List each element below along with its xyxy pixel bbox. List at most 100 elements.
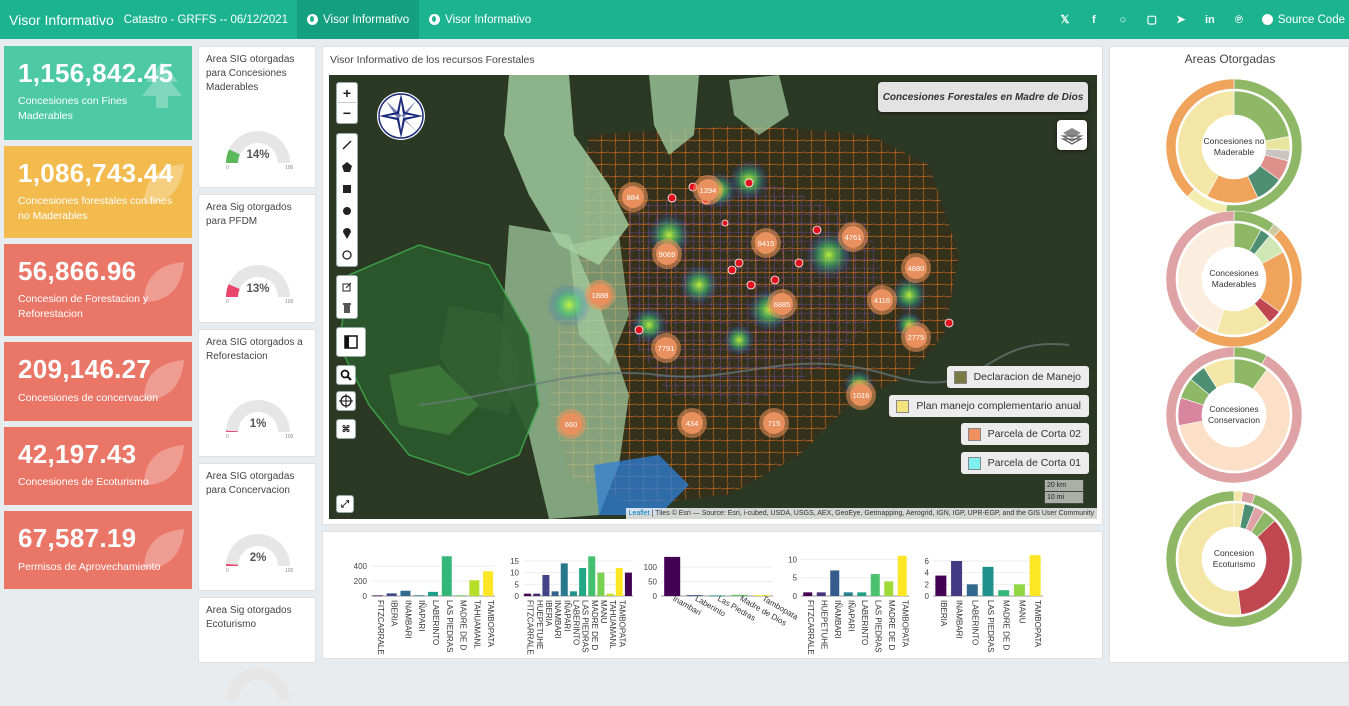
legend-swatch bbox=[967, 427, 981, 441]
legend-swatch bbox=[896, 399, 910, 413]
cluster-marker[interactable]: 4680 bbox=[901, 253, 931, 283]
top-navbar: Visor Informativo Catastro - GRFFS -- 06… bbox=[0, 0, 1349, 39]
bar bbox=[441, 556, 452, 596]
source-code-link[interactable]: Source Code bbox=[1261, 13, 1345, 26]
pinterest-icon[interactable]: ℗ bbox=[1233, 14, 1245, 26]
locate-icon[interactable] bbox=[336, 391, 356, 411]
bar-chart-4: 10 5 0 FITZCARRALE HUEPETUHE IÑAMBARI IÑAPARI L… bbox=[788, 555, 909, 654]
x-tick-label: IÑAPARI bbox=[846, 600, 855, 631]
kpi-label: Concesiones con Fines Maderables bbox=[18, 95, 128, 122]
zoom-out-button[interactable]: − bbox=[336, 103, 358, 123]
linkedin-icon[interactable]: in bbox=[1204, 14, 1216, 26]
cluster-marker[interactable]: 660 bbox=[556, 409, 586, 439]
gauge-min: 0 bbox=[226, 568, 229, 574]
bar bbox=[884, 581, 894, 596]
cluster-marker[interactable]: 2775 bbox=[901, 322, 931, 352]
draw-circlemarker-icon[interactable] bbox=[342, 244, 352, 266]
kpi-value: 1,086,743.44 bbox=[18, 158, 174, 188]
draw-rectangle-icon[interactable] bbox=[342, 178, 352, 200]
facebook-icon[interactable]: f bbox=[1088, 14, 1100, 26]
bar-charts: 4002000FITZCARRALE IBERIA INAMBARI IÑAPARI L… bbox=[354, 555, 1043, 655]
cluster-marker[interactable]: 7791 bbox=[651, 333, 681, 363]
y-tick-label: 0 bbox=[363, 592, 368, 601]
brand-title[interactable]: Visor Informativo bbox=[0, 12, 114, 28]
x-tick-label: LABERINTO bbox=[970, 600, 979, 645]
bar bbox=[816, 592, 826, 596]
cluster-marker[interactable]: 434 bbox=[677, 408, 707, 438]
y-tick-label: 6 bbox=[925, 557, 930, 566]
map-attribution: Leaflet | Tiles © Esri — Source: Esri, i… bbox=[625, 508, 1097, 519]
edit-layers-icon[interactable] bbox=[342, 276, 352, 297]
gauge-percent: 14% bbox=[246, 149, 270, 161]
bar bbox=[857, 592, 867, 596]
fullscreen-toggle-icon[interactable] bbox=[336, 327, 366, 357]
gauge-title: Area SIG otorgadas para Concesiones Made… bbox=[206, 54, 295, 93]
gauge-max: 100 bbox=[285, 299, 294, 305]
compass-rose-icon bbox=[377, 92, 425, 140]
kpi-label: Concesion de Forestacion y Reforestacion bbox=[18, 293, 149, 320]
draw-polygon-icon[interactable] bbox=[342, 156, 352, 178]
cluster-marker[interactable]: 715 bbox=[759, 408, 789, 438]
social-links: 𝕏 f ○ ▢ ➤ in ℗ Source Code bbox=[1059, 13, 1349, 27]
x-tick-label: MADRE DE D bbox=[590, 600, 599, 650]
cluster-marker[interactable]: 4761 bbox=[838, 222, 868, 252]
kpi-value: 56,866.96 bbox=[18, 256, 137, 286]
navbar-subtitle: Catastro - GRFFS -- 06/12/2021 bbox=[123, 13, 289, 26]
cluster-marker[interactable]: 4116 bbox=[867, 285, 897, 315]
twitter-icon[interactable]: 𝕏 bbox=[1059, 13, 1071, 26]
bar bbox=[597, 572, 605, 596]
x-tick-label: LAS PIEDRAS bbox=[445, 600, 454, 652]
bar bbox=[524, 593, 532, 596]
tab-label: Visor Informativo bbox=[323, 13, 410, 26]
edit-toolbar bbox=[336, 275, 358, 319]
tab-visor-informativo-2[interactable]: Visor Informativo bbox=[419, 0, 541, 39]
bar bbox=[428, 591, 438, 596]
kpi-card-ecoturismo: 42,197.43 Concesiones de Ecoturismo bbox=[4, 427, 192, 505]
draw-circle-icon[interactable] bbox=[342, 200, 352, 222]
bar bbox=[372, 595, 383, 597]
leaflet-link[interactable]: Leaflet bbox=[629, 510, 650, 517]
x-tick-label: TAMBOPATA bbox=[900, 600, 909, 648]
cluster-marker[interactable]: 884 bbox=[618, 182, 648, 212]
x-tick-label: IBERIA bbox=[544, 600, 553, 627]
cluster-marker[interactable]: 1016 bbox=[846, 380, 876, 410]
layers-control[interactable] bbox=[1057, 120, 1087, 150]
instagram-icon[interactable]: ▢ bbox=[1146, 13, 1158, 26]
source-code-label: Source Code bbox=[1277, 13, 1345, 26]
bar-chart-3: 100500 InambariLaberintoLas PiedrasMadre … bbox=[644, 556, 800, 628]
bar bbox=[414, 595, 425, 597]
cluster-marker[interactable]: 1888 bbox=[585, 280, 615, 310]
cluster-marker[interactable]: 1294 bbox=[693, 175, 723, 205]
kpi-label: Concesiones de concervacion bbox=[18, 392, 159, 404]
bar bbox=[624, 572, 632, 596]
cluster-count: 6885 bbox=[771, 293, 793, 315]
y-tick-label: 0 bbox=[925, 592, 930, 601]
cluster-marker[interactable]: 9415 bbox=[751, 228, 781, 258]
x-tick-label: MANU bbox=[599, 600, 608, 624]
reset-view-icon[interactable]: ⌘ bbox=[336, 419, 356, 439]
y-tick-label: 0 bbox=[515, 592, 520, 601]
cluster-count: 4680 bbox=[905, 257, 927, 279]
zoom-in-button[interactable]: + bbox=[336, 83, 358, 104]
whatsapp-icon[interactable]: ○ bbox=[1117, 14, 1129, 26]
x-tick-label: LABERINTO bbox=[431, 600, 440, 645]
tab-visor-informativo-1[interactable]: Visor Informativo bbox=[297, 0, 420, 39]
search-icon[interactable] bbox=[336, 365, 356, 385]
gauge-title: Area Sig otorgados para PFDM bbox=[206, 202, 292, 227]
telegram-icon[interactable]: ➤ bbox=[1175, 13, 1187, 26]
bar-charts-panel: 400 200 0 FITZCARRALE IBERIA INAMBARI IÑAPARI L… bbox=[322, 531, 1103, 659]
legend-plan-manejo: Plan manejo complementario anual bbox=[889, 395, 1089, 417]
draw-polyline-icon[interactable] bbox=[342, 134, 352, 156]
cluster-marker[interactable]: 9069 bbox=[652, 239, 682, 269]
delete-layers-icon[interactable] bbox=[342, 297, 352, 318]
bar bbox=[951, 561, 963, 596]
cluster-count: 715 bbox=[763, 412, 785, 434]
forest-concessions-map[interactable]: 884 1294 9069 9415 4761 4680 1888 6885 4116 2775 7… bbox=[329, 75, 1097, 519]
expand-icon[interactable]: ⤢ bbox=[336, 495, 354, 513]
cluster-marker[interactable]: 6885 bbox=[767, 289, 797, 319]
kpi-label: Concesiones forestales con fines no Made… bbox=[18, 195, 173, 222]
gauge-card: Area Sig otorgados Ecoturismo bbox=[198, 597, 316, 700]
draw-marker-icon[interactable] bbox=[342, 222, 352, 244]
bar bbox=[982, 566, 994, 596]
x-tick-label: LAS PIEDRAS bbox=[986, 600, 995, 652]
